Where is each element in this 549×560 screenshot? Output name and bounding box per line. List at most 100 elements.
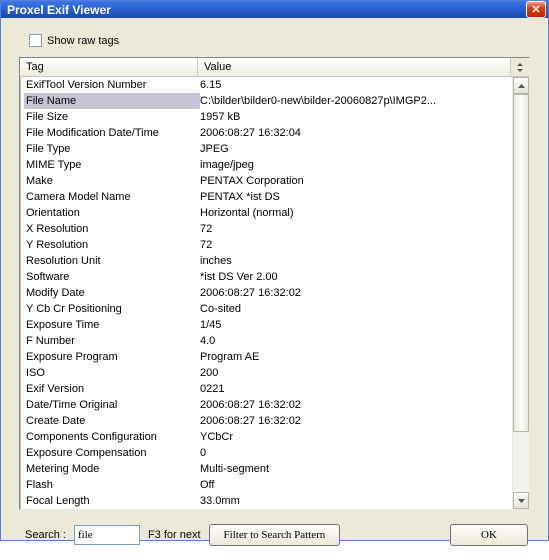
cell-tag: F Number: [24, 333, 200, 349]
cell-tag: Flash: [24, 477, 200, 493]
window-title: Proxel Exif Viewer: [7, 3, 526, 17]
cell-tag: File Size: [24, 109, 200, 125]
cell-value: Horizontal (normal): [200, 205, 508, 221]
table-row[interactable]: Y Resolution72: [20, 237, 512, 253]
table-row[interactable]: Y Cb Cr PositioningCo-sited: [20, 301, 512, 317]
cell-tag: Orientation: [24, 205, 200, 221]
table-row[interactable]: File NameC:\bilder\bilder0-new\bilder-20…: [20, 93, 512, 109]
cell-tag: Y Cb Cr Positioning: [24, 301, 200, 317]
table-row[interactable]: Modify Date2006:08:27 16:32:02: [20, 285, 512, 301]
cell-tag: Components Configuration: [24, 429, 200, 445]
cell-value: Co-sited: [200, 301, 508, 317]
cell-value: 4.0: [200, 333, 508, 349]
cell-value: YCbCr: [200, 429, 508, 445]
table-row[interactable]: Resolution Unitinches: [20, 253, 512, 269]
search-hint: F3 for next: [148, 529, 201, 541]
scroll-down-button[interactable]: [513, 492, 529, 509]
table-row[interactable]: FlashOff: [20, 477, 512, 493]
cell-value: 72: [200, 221, 508, 237]
cell-value: 2006:08:27 16:32:02: [200, 285, 508, 301]
cell-value: image/jpeg: [200, 157, 508, 173]
table-row[interactable]: Exposure Time1/45: [20, 317, 512, 333]
cell-tag: File Modification Date/Time: [24, 125, 200, 141]
cell-tag: Exposure Compensation: [24, 445, 200, 461]
cell-tag: Exposure Time: [24, 317, 200, 333]
bottom-bar: Search : F3 for next Filter to Search Pa…: [19, 510, 530, 548]
ok-button[interactable]: OK: [450, 524, 528, 546]
search-label: Search :: [25, 529, 66, 541]
table-row[interactable]: Components ConfigurationYCbCr: [20, 429, 512, 445]
cell-value: JPEG: [200, 141, 508, 157]
cell-value: 1/45: [200, 317, 508, 333]
table-row[interactable]: MIME Typeimage/jpeg: [20, 157, 512, 173]
table-row[interactable]: Exposure ProgramProgram AE: [20, 349, 512, 365]
table-row[interactable]: MakePENTAX Corporation: [20, 173, 512, 189]
table-row[interactable]: Exif Version0221: [20, 381, 512, 397]
scroll-thumb[interactable]: [513, 94, 529, 432]
cell-value: C:\bilder\bilder0-new\bilder-20060827p\I…: [200, 93, 508, 109]
table-rows: ExifTool Version Number6.15File NameC:\b…: [20, 77, 512, 509]
scroll-up-button[interactable]: [513, 77, 529, 94]
show-raw-tags-label[interactable]: Show raw tags: [47, 35, 119, 47]
column-header-value[interactable]: Value: [198, 58, 511, 76]
content-area: Show raw tags Tag Value ExifTool Version…: [1, 18, 548, 560]
cell-tag: Resolution Unit: [24, 253, 200, 269]
cell-tag: File Name: [24, 93, 200, 109]
table-row[interactable]: F Number4.0: [20, 333, 512, 349]
table-row[interactable]: Exposure Compensation0: [20, 445, 512, 461]
table-row[interactable]: ExifTool Version Number6.15: [20, 77, 512, 93]
table-row[interactable]: Create Date2006:08:27 16:32:02: [20, 413, 512, 429]
cell-value: inches: [200, 253, 508, 269]
cell-tag: Software: [24, 269, 200, 285]
cell-value: 2006:08:27 16:32:02: [200, 397, 508, 413]
cell-value: 200: [200, 365, 508, 381]
scroll-track[interactable]: [513, 94, 529, 492]
cell-tag: Y Resolution: [24, 237, 200, 253]
close-icon: ✕: [531, 3, 540, 16]
show-raw-tags-row: Show raw tags: [29, 34, 530, 47]
table-row[interactable]: OrientationHorizontal (normal): [20, 205, 512, 221]
cell-tag: Date/Time Original: [24, 397, 200, 413]
cell-tag: File Type: [24, 141, 200, 157]
show-raw-tags-checkbox[interactable]: [29, 34, 42, 47]
cell-tag: Make: [24, 173, 200, 189]
table-row[interactable]: Focal Length33.0mm: [20, 493, 512, 509]
column-header-tag[interactable]: Tag: [20, 58, 198, 76]
table-row[interactable]: File Modification Date/Time2006:08:27 16…: [20, 125, 512, 141]
table-row[interactable]: Date/Time Original2006:08:27 16:32:02: [20, 397, 512, 413]
cell-value: 0221: [200, 381, 508, 397]
cell-value: PENTAX *ist DS: [200, 189, 508, 205]
cell-value: 2006:08:27 16:32:02: [200, 413, 508, 429]
cell-tag: Camera Model Name: [24, 189, 200, 205]
vertical-scrollbar[interactable]: [512, 77, 529, 509]
column-scroll-handle[interactable]: [511, 58, 529, 76]
cell-value: Program AE: [200, 349, 508, 365]
cell-tag: MIME Type: [24, 157, 200, 173]
table-row[interactable]: Software*ist DS Ver 2.00: [20, 269, 512, 285]
table-row[interactable]: File Size1957 kB: [20, 109, 512, 125]
table-row[interactable]: ISO200: [20, 365, 512, 381]
cell-value: Multi-segment: [200, 461, 508, 477]
cell-tag: Create Date: [24, 413, 200, 429]
filter-button[interactable]: Filter to Search Pattern: [209, 524, 341, 546]
cell-tag: Focal Length: [24, 493, 200, 509]
cell-value: Off: [200, 477, 508, 493]
cell-tag: Metering Mode: [24, 461, 200, 477]
cell-value: 2006:08:27 16:32:04: [200, 125, 508, 141]
cell-value: 0: [200, 445, 508, 461]
cell-tag: X Resolution: [24, 221, 200, 237]
table-row[interactable]: X Resolution72: [20, 221, 512, 237]
window: Proxel Exif Viewer ✕ Show raw tags Tag V…: [0, 0, 549, 541]
table-row[interactable]: Metering ModeMulti-segment: [20, 461, 512, 477]
table-row[interactable]: Camera Model NamePENTAX *ist DS: [20, 189, 512, 205]
cell-tag: ExifTool Version Number: [24, 77, 200, 93]
cell-value: PENTAX Corporation: [200, 173, 508, 189]
cell-value: 72: [200, 237, 508, 253]
title-bar: Proxel Exif Viewer ✕: [1, 1, 548, 18]
cell-value: 6.15: [200, 77, 508, 93]
close-button[interactable]: ✕: [526, 1, 546, 18]
cell-tag: Exif Version: [24, 381, 200, 397]
search-input[interactable]: [74, 525, 140, 545]
table-row[interactable]: File TypeJPEG: [20, 141, 512, 157]
cell-value: 33.0mm: [200, 493, 508, 509]
